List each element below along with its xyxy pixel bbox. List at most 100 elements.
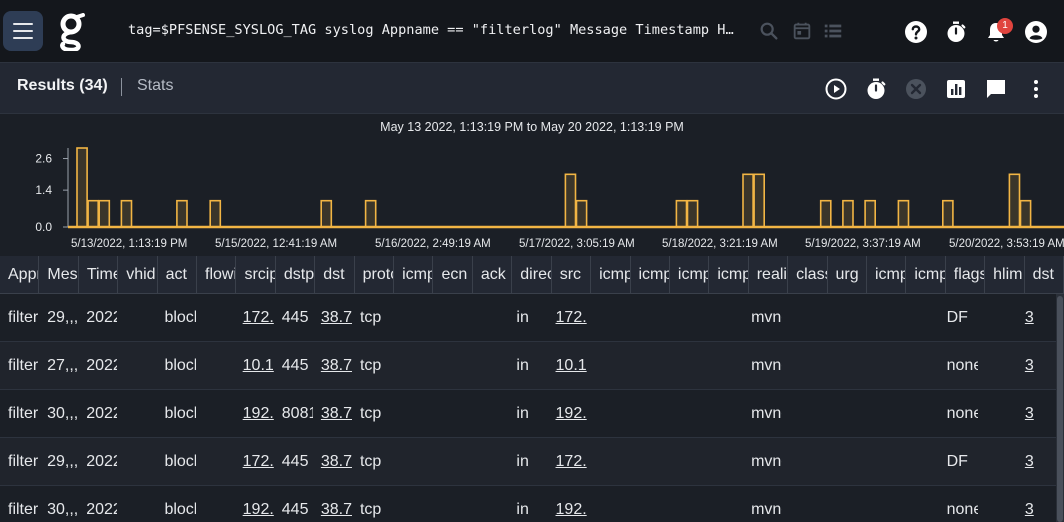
column-header[interactable]: icmp (670, 256, 710, 294)
table-cell[interactable]: 192. (548, 486, 587, 522)
column-header[interactable]: dstport (276, 256, 316, 294)
table-cell[interactable]: 3 (1017, 486, 1056, 522)
column-header[interactable]: ecn (433, 256, 473, 294)
table-cell (978, 342, 1017, 389)
column-header[interactable]: dst (1025, 256, 1064, 294)
table-cell[interactable]: 10.1 (235, 342, 274, 389)
chart-bar[interactable] (575, 199, 588, 228)
table-cell[interactable]: 192. (235, 486, 274, 522)
table-row[interactable]: filter 27,,,1 2022 block 10.1 44538.7 tcp in 10.… (0, 342, 1056, 390)
chart-bar[interactable] (897, 199, 910, 228)
table-cell[interactable]: 172. (548, 438, 587, 485)
table-cell: filter (8, 501, 39, 518)
table-cell[interactable]: 172. (548, 294, 587, 341)
table-row[interactable]: filter 29,,,1 2022 block 172. 44538.7 tcp in 172… (0, 294, 1056, 342)
chart-icon[interactable] (944, 77, 968, 101)
column-header[interactable]: act (158, 256, 198, 294)
column-header[interactable]: Appname (0, 256, 40, 294)
chart-bar[interactable] (675, 199, 688, 228)
column-header[interactable]: vhid (118, 256, 158, 294)
chart-bar[interactable] (120, 199, 133, 228)
stats-tab[interactable]: Stats (137, 77, 173, 95)
chart-bar[interactable] (686, 199, 699, 228)
table-cell[interactable]: 192. (548, 390, 587, 437)
column-header[interactable]: proto (355, 256, 395, 294)
chart-bar[interactable] (176, 199, 188, 228)
column-header[interactable]: icmp (591, 256, 631, 294)
chart-bar[interactable] (1008, 173, 1021, 228)
column-header[interactable]: icmp (867, 256, 907, 294)
table-cell[interactable]: 172. (235, 294, 274, 341)
column-header[interactable]: direction (512, 256, 552, 294)
column-header[interactable]: flowid (197, 256, 237, 294)
comment-icon[interactable] (984, 77, 1008, 101)
table-cell[interactable]: 38.7 (313, 342, 352, 389)
column-header[interactable]: dst (315, 256, 355, 294)
column-header[interactable]: icmp (709, 256, 749, 294)
chart-bar[interactable] (864, 199, 876, 228)
table-cell[interactable]: 10.1 (548, 342, 587, 389)
table-cell[interactable]: 3 (1017, 390, 1056, 437)
results-tab[interactable]: Results (34) (17, 77, 108, 95)
chart-bar[interactable] (564, 173, 577, 228)
chart-bar[interactable] (364, 199, 377, 228)
column-header[interactable]: src (552, 256, 592, 294)
chart-bar[interactable] (98, 199, 111, 228)
table-cell[interactable]: 3 (1017, 342, 1056, 389)
account-icon[interactable] (1024, 20, 1048, 44)
chart-bar[interactable] (320, 199, 333, 228)
chart-bar[interactable] (87, 199, 99, 228)
more-options-icon[interactable] (1024, 77, 1048, 101)
chart-bar[interactable] (742, 173, 754, 228)
table-row[interactable]: filter 30,,,1 2022 block 192. 44538.7 tcp in 192… (0, 486, 1056, 522)
table-scrollbar[interactable] (1056, 294, 1064, 522)
chart-bar[interactable] (941, 199, 954, 228)
table-cell (782, 342, 821, 389)
column-header[interactable]: srcip (236, 256, 276, 294)
column-header[interactable]: ack (473, 256, 513, 294)
calendar-icon[interactable] (791, 20, 813, 42)
chart-bar[interactable] (1019, 199, 1032, 228)
column-header[interactable]: realint (749, 256, 789, 294)
chart-bar[interactable] (819, 199, 832, 228)
column-header[interactable]: icmp (906, 256, 946, 294)
gravwell-logo[interactable] (56, 13, 86, 51)
column-header[interactable]: hlim (985, 256, 1025, 294)
table-row[interactable]: filter 29,,,1 2022 block 172. 44538.7 tcp in 172… (0, 438, 1056, 486)
cancel-icon[interactable] (904, 77, 928, 101)
timer-icon[interactable] (944, 20, 968, 44)
column-header[interactable]: icmp (631, 256, 670, 294)
scrollbar-thumb[interactable] (1057, 296, 1063, 522)
chart-bar[interactable] (209, 199, 222, 228)
table-cell (978, 390, 1017, 437)
query-input[interactable]: tag=$PFSENSE_SYSLOG_TAG syslog Appname =… (128, 22, 738, 38)
table-cell[interactable]: 38.7 (313, 390, 352, 437)
y-tick-label: 1.4 (35, 183, 52, 197)
table-row[interactable]: filter 30,,,1 2022 block 192. 808138.7 tcp in 19… (0, 390, 1056, 438)
chart-bar[interactable] (842, 199, 854, 228)
column-header[interactable]: flags (946, 256, 986, 294)
stopwatch-icon[interactable] (864, 77, 888, 101)
column-header[interactable]: icmp (394, 256, 434, 294)
table-cell (391, 438, 430, 485)
table-cell[interactable]: 192. (235, 390, 274, 437)
table-cell[interactable]: 38.7 (313, 486, 352, 522)
column-header[interactable]: Message (39, 256, 79, 294)
chart-bar[interactable] (76, 147, 88, 228)
list-view-icon[interactable] (822, 20, 844, 42)
main-menu-button[interactable] (3, 11, 43, 51)
column-header[interactable]: class (788, 256, 828, 294)
table-cell[interactable]: 3 (1017, 438, 1056, 485)
table-cell[interactable]: 3 (1017, 294, 1056, 341)
column-header[interactable]: urg (828, 256, 867, 294)
play-icon[interactable] (824, 77, 848, 101)
table-cell[interactable]: 38.7 (313, 438, 352, 485)
search-icon[interactable] (758, 20, 780, 42)
chart-bar[interactable] (753, 173, 765, 228)
help-icon[interactable] (904, 20, 928, 44)
table-cell[interactable]: 172. (235, 438, 274, 485)
table-cell (587, 342, 626, 389)
column-header[interactable]: Timestamp (79, 256, 119, 294)
timeline-chart: May 13 2022, 1:13:19 PM to May 20 2022, … (0, 114, 1064, 256)
table-cell[interactable]: 38.7 (313, 294, 352, 341)
